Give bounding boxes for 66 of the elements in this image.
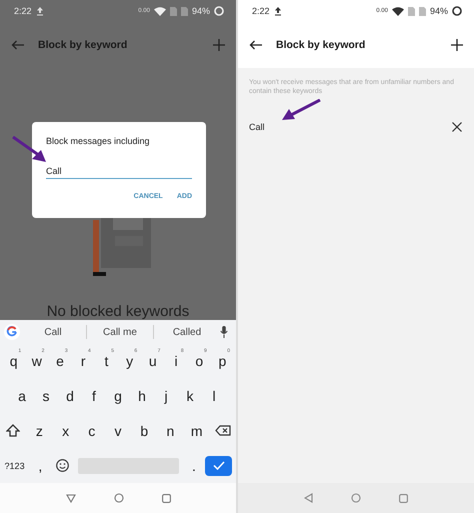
recents-nav-icon[interactable] [162, 494, 170, 502]
google-logo-icon[interactable] [4, 324, 20, 340]
keyboard-key[interactable]: s [34, 382, 58, 410]
key-hint: 7 [158, 348, 160, 354]
battery-level: 94% [192, 6, 210, 16]
upload-icon [274, 6, 282, 16]
upload-icon [36, 6, 44, 16]
home-nav-icon[interactable] [351, 493, 361, 503]
suggestion-chip[interactable]: Call me [87, 326, 153, 338]
keyboard-key[interactable]: f [82, 382, 106, 410]
keyboard-key[interactable]: c [78, 416, 105, 445]
keyword-text: Call [249, 122, 265, 132]
keyboard-key[interactable]: z [26, 416, 52, 445]
keyboard-key[interactable]: j [154, 382, 178, 410]
keyboard-key[interactable]: . [182, 452, 206, 480]
back-nav-icon[interactable] [66, 494, 76, 502]
add-icon[interactable] [451, 39, 463, 51]
key-hint: 2 [42, 348, 44, 354]
checkmark-icon [212, 461, 225, 470]
key-hint: 9 [204, 348, 207, 354]
symbols-key[interactable]: ?123 [0, 452, 30, 480]
key-hint: 3 [64, 348, 68, 354]
wifi-icon [154, 6, 166, 16]
keyboard-key[interactable]: b [131, 416, 158, 445]
status-time: 2:22 [252, 6, 270, 16]
back-nav-icon[interactable] [304, 493, 313, 503]
key-hint: 8 [180, 348, 184, 354]
key-hint: 0 [227, 348, 230, 354]
status-time: 2:22 [14, 6, 32, 16]
keyboard-key[interactable]: g [106, 382, 130, 410]
suggestion-chip[interactable]: Call [20, 326, 86, 338]
key-hint: 5 [111, 348, 114, 354]
empty-state-text: No blocked keywords [46, 303, 190, 320]
keyboard-key[interactable]: a [10, 382, 34, 410]
battery-ring-icon [214, 6, 224, 16]
microphone-icon[interactable] [220, 326, 228, 338]
screen-title: Block by keyword [276, 39, 366, 51]
dialog-title: Block messages including [46, 136, 151, 146]
screen-title: Block by keyword [38, 39, 128, 51]
close-icon[interactable] [452, 122, 462, 132]
smiley-icon [56, 459, 70, 472]
wifi-icon [392, 6, 404, 16]
battery-level: 94% [430, 6, 448, 16]
key-hint: 1 [18, 348, 22, 354]
keyboard-key[interactable]: n [157, 416, 184, 445]
key-hint: 4 [88, 348, 91, 354]
annotation-arrow [281, 99, 321, 121]
enter-key[interactable] [205, 456, 232, 476]
home-nav-icon[interactable] [114, 493, 124, 503]
suggestion-chip[interactable]: Called [154, 326, 220, 338]
battery-ring-icon [452, 6, 462, 16]
backspace-icon [214, 425, 231, 436]
keyword-input[interactable]: Call [46, 166, 192, 179]
keyboard-key[interactable]: k [178, 382, 202, 410]
key-hint: 6 [134, 348, 138, 354]
keyboard-key[interactable]: v [104, 416, 132, 445]
keyboard-key[interactable]: d [58, 382, 82, 410]
back-arrow-icon[interactable] [249, 40, 263, 50]
shift-arrow-icon [6, 424, 20, 438]
keyboard-key[interactable]: m [184, 416, 210, 445]
keyboard-key[interactable]: l [202, 382, 226, 410]
annotation-arrow [12, 136, 48, 164]
keyboard-key[interactable]: , [29, 452, 52, 480]
keyboard-key[interactable]: h [130, 382, 154, 410]
recents-nav-icon[interactable] [399, 494, 408, 502]
keyboard-key[interactable]: x [52, 416, 79, 445]
